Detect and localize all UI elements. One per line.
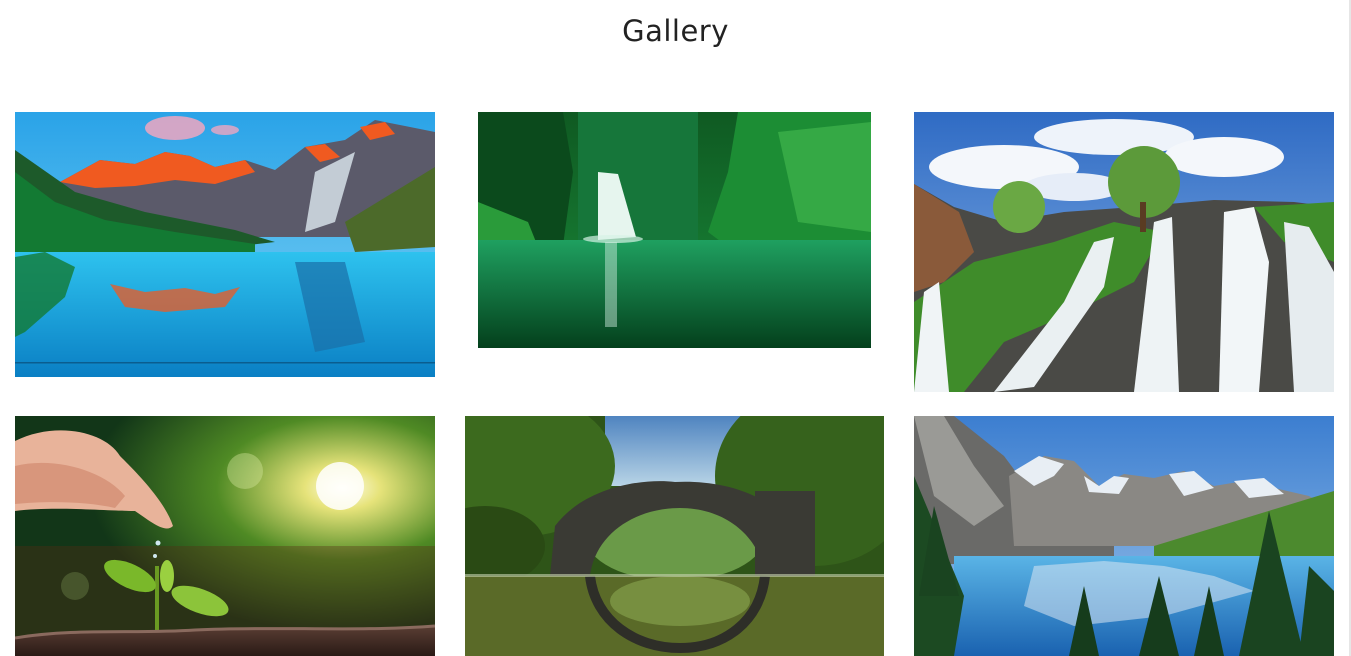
page-title: Gallery: [622, 14, 729, 48]
mountain-lake-photo: [15, 112, 435, 377]
alpine-lake-photo: [914, 416, 1334, 656]
gallery-image-arch-bridge[interactable]: [465, 416, 884, 656]
cascading-waterfall-photo: [914, 112, 1334, 392]
seedling-photo: [15, 416, 435, 656]
canyon-waterfall-photo: [478, 112, 871, 348]
gallery-image-canyon-waterfall[interactable]: [478, 112, 871, 348]
arch-bridge-photo: [465, 416, 884, 656]
gallery-image-alpine-lake[interactable]: [914, 416, 1334, 656]
gallery-image-cascading-waterfall[interactable]: [914, 112, 1334, 392]
gallery-image-mountain-lake[interactable]: [15, 112, 435, 377]
gallery-image-seedling[interactable]: [15, 416, 435, 656]
